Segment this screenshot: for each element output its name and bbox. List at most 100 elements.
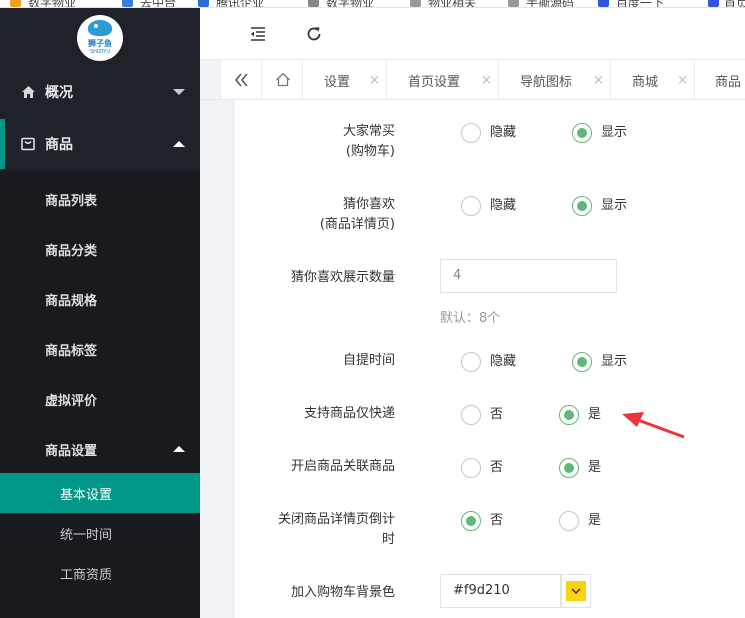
- tab-home-settings[interactable]: 首页设置 ×: [386, 60, 498, 99]
- bookmark-icon: [410, 0, 421, 7]
- tab-home[interactable]: [261, 60, 302, 99]
- radio-label: 隐藏: [490, 198, 517, 213]
- field-label-guess-you-like: 猜你喜欢 (商品详情页): [255, 195, 395, 235]
- fish-logo-icon: [88, 20, 112, 36]
- field-label-express-only: 支持商品仅快递: [303, 406, 395, 421]
- bookmark-item[interactable]: 手撕源码: [526, 0, 574, 7]
- tabs-scroll-left-button[interactable]: [220, 60, 261, 99]
- sidebar-item-goods-spec[interactable]: 商品规格: [0, 274, 200, 324]
- label-line: 大家常买: [342, 124, 395, 139]
- bookmark-icon: [508, 0, 519, 7]
- home-outline-icon: [276, 73, 290, 87]
- radio-guess-you-like-show[interactable]: [572, 196, 592, 216]
- sidebar-item-virtual-reviews[interactable]: 虚拟评价: [0, 374, 200, 424]
- page-tabs: 设置 × 首页设置 × 导航图标 × 商城 × 商品: [200, 60, 745, 100]
- sidebar-item-label: 商品设置: [45, 443, 98, 459]
- sidebar-item-goods[interactable]: 商品: [0, 118, 200, 170]
- radio-label: 是: [588, 460, 602, 475]
- radio-related-goods-yes[interactable]: [559, 458, 579, 478]
- tab-label: 商城: [632, 74, 659, 90]
- home-icon: [20, 84, 36, 100]
- bookmark-item[interactable]: 腾讯企业: [216, 0, 264, 7]
- tab-gap: [200, 60, 220, 99]
- field-label-frequently-bought: 大家常买 (购物车): [255, 122, 395, 162]
- chevron-down-icon: [571, 588, 581, 594]
- bookmark-icon: [198, 0, 209, 7]
- field-label-close-countdown: 关闭商品详情页倒计 时: [255, 510, 395, 550]
- bookmark-item[interactable]: 物业相关: [428, 0, 476, 7]
- goods-submenu: 商品列表 商品分类 商品规格 商品标签 虚拟评价 商品设置 基本设置 统一时间 …: [0, 170, 200, 618]
- radio-label: 否: [490, 460, 504, 475]
- sidebar-item-unified-time[interactable]: 统一时间: [0, 513, 200, 553]
- tab-mall[interactable]: 商城 ×: [610, 60, 694, 99]
- bookmark-icon: [708, 0, 719, 7]
- chevron-down-icon: [173, 89, 185, 95]
- radio-label: 隐藏: [490, 125, 517, 140]
- tab-label: 导航图标: [520, 74, 573, 90]
- bookmark-icon: [122, 0, 133, 7]
- sidebar-item-goods-settings[interactable]: 商品设置: [0, 424, 200, 474]
- sidebar-item-label: 统一时间: [60, 527, 113, 543]
- color-swatch: [566, 581, 586, 601]
- bag-icon: [20, 136, 36, 152]
- radio-label: 否: [490, 407, 504, 422]
- sidebar-item-goods-tags[interactable]: 商品标签: [0, 324, 200, 374]
- refresh-icon: [307, 27, 321, 41]
- radio-frequently-bought-hide[interactable]: [461, 123, 481, 143]
- menu-collapse-button[interactable]: [246, 22, 270, 46]
- top-header: [200, 8, 745, 60]
- radio-frequently-bought-show[interactable]: [572, 123, 592, 143]
- label-line: 时: [381, 532, 395, 547]
- tab-nav-icons[interactable]: 导航图标 ×: [498, 60, 610, 99]
- sidebar-item-basic-settings[interactable]: 基本设置: [0, 473, 200, 513]
- radio-label: 显示: [601, 125, 628, 140]
- color-picker-button[interactable]: [561, 574, 591, 608]
- guess-count-hint: 默认：8个: [440, 311, 501, 326]
- bookmark-item[interactable]: 数字物业: [326, 0, 374, 7]
- radio-label: 隐藏: [490, 354, 517, 369]
- bookmark-item[interactable]: 去中台: [140, 0, 176, 7]
- sidebar-item-label: 虚拟评价: [45, 393, 98, 409]
- logo-text: 狮子鱼: [88, 39, 112, 48]
- sidebar-item-overview[interactable]: 概况: [0, 64, 200, 120]
- radio-close-countdown-yes[interactable]: [559, 511, 579, 531]
- close-icon[interactable]: ×: [593, 73, 604, 88]
- field-label-guess-count: 猜你喜欢展示数量: [290, 270, 395, 285]
- field-label-pickup-time: 自提时间: [342, 353, 395, 368]
- sidebar-item-label: 商品规格: [45, 293, 98, 309]
- radio-pickup-time-hide[interactable]: [461, 352, 481, 372]
- radio-pickup-time-show[interactable]: [572, 352, 592, 372]
- radio-close-countdown-no[interactable]: [461, 511, 481, 531]
- cart-bg-color-input[interactable]: #f9d210: [440, 574, 561, 608]
- browser-bookmarks-bar: 数字物业 去中台 腾讯企业 数字物业 物业相关 手撕源码 百度一下 首页: [0, 0, 745, 8]
- bookmark-item[interactable]: 数字物业: [28, 0, 76, 7]
- tab-label: 首页设置: [408, 74, 461, 90]
- logo-subtext: SHIZIYU: [89, 49, 111, 55]
- radio-label: 显示: [601, 354, 628, 369]
- radio-guess-you-like-hide[interactable]: [461, 196, 481, 216]
- radio-label: 是: [588, 513, 602, 528]
- close-icon[interactable]: ×: [369, 73, 380, 88]
- logo[interactable]: 狮子鱼 SHIZIYU: [77, 15, 123, 61]
- close-icon[interactable]: ×: [481, 73, 492, 88]
- bookmark-item[interactable]: 首页: [724, 0, 745, 7]
- tab-settings[interactable]: 设置 ×: [302, 60, 386, 99]
- tab-goods[interactable]: 商品: [694, 60, 745, 99]
- close-icon[interactable]: ×: [677, 73, 688, 88]
- radio-label: 否: [490, 513, 504, 528]
- sidebar-item-label: 商品分类: [45, 243, 98, 259]
- refresh-button[interactable]: [302, 22, 326, 46]
- chevron-up-icon: [173, 446, 185, 452]
- radio-express-only-no[interactable]: [461, 405, 481, 425]
- bookmark-icon: [598, 0, 609, 7]
- radio-related-goods-no[interactable]: [461, 458, 481, 478]
- sidebar-item-goods-list[interactable]: 商品列表: [0, 174, 200, 224]
- sidebar-item-goods-category[interactable]: 商品分类: [0, 224, 200, 274]
- radio-label: 显示: [601, 198, 628, 213]
- bookmark-item[interactable]: 百度一下: [616, 0, 664, 7]
- bookmark-icon: [308, 0, 319, 7]
- sidebar-item-business-qualification[interactable]: 工商资质: [0, 553, 200, 593]
- sidebar-item-label: 商品标签: [45, 343, 98, 359]
- radio-express-only-yes[interactable]: [559, 405, 579, 425]
- guess-count-input[interactable]: 4: [440, 259, 617, 293]
